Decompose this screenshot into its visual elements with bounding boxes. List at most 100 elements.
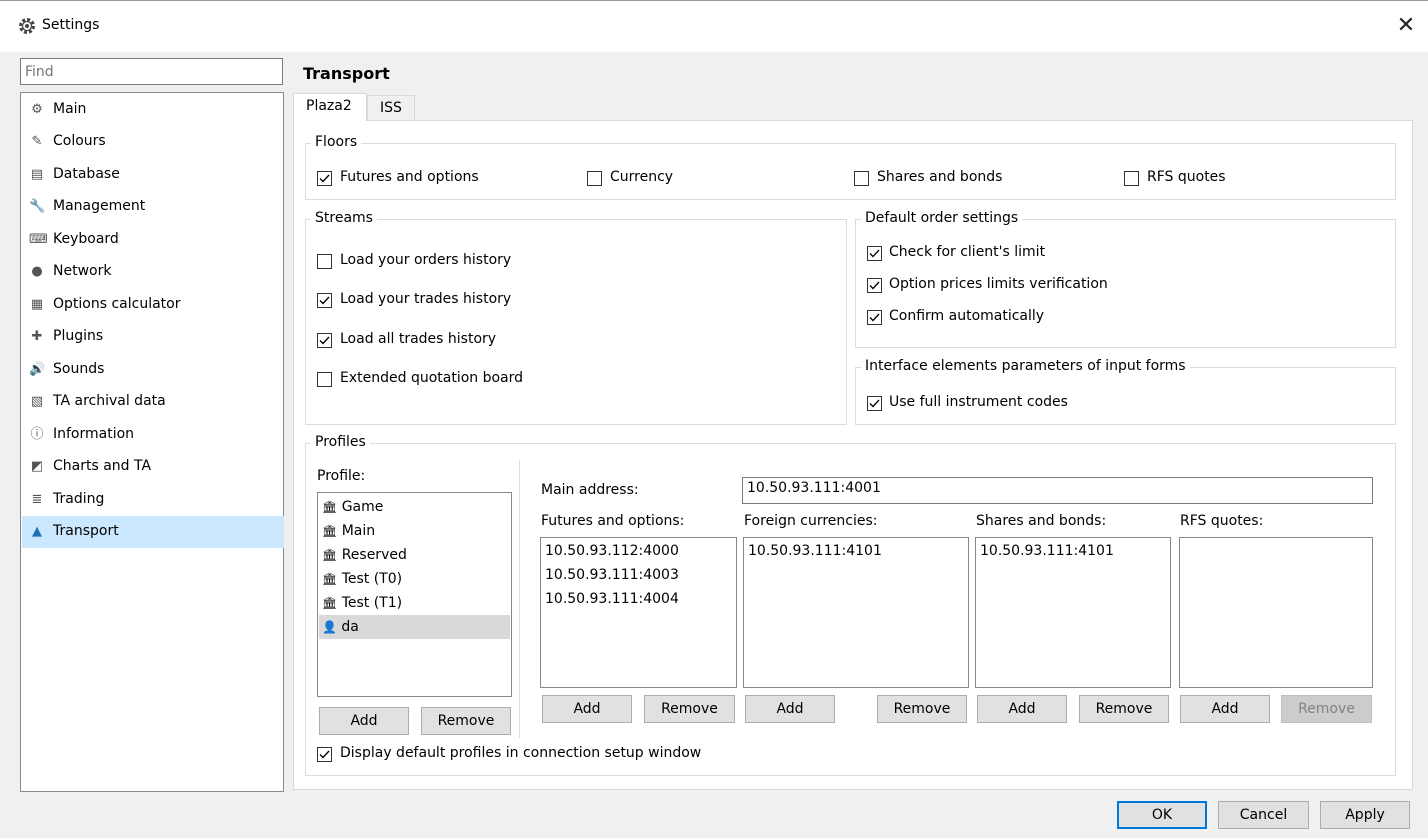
- currency-checkbox[interactable]: [587, 171, 602, 186]
- shares-address-list[interactable]: 10.50.93.111:4101: [975, 537, 1171, 688]
- main-address-input[interactable]: 10.50.93.111:4001: [742, 477, 1373, 504]
- profile-item[interactable]: 🏛 Reserved: [319, 543, 510, 567]
- profile-list[interactable]: 🏛 Game 🏛 Main 🏛 Reserved 🏛 Test (T0) 🏛 T…: [317, 492, 512, 697]
- remove-shares-button[interactable]: Remove: [1079, 695, 1169, 723]
- apply-button[interactable]: Apply: [1320, 801, 1410, 829]
- address-item[interactable]: 10.50.93.111:4004: [542, 587, 679, 611]
- checkbox-label: RFS quotes: [1147, 169, 1226, 185]
- rfs-quotes-checkbox[interactable]: [1124, 171, 1139, 186]
- sidebar-item-keyboard[interactable]: ⌨ Keyboard: [22, 224, 284, 256]
- streams-group: [305, 219, 847, 425]
- sidebar-item-network[interactable]: ● Network: [22, 256, 284, 288]
- check-icon: [869, 249, 880, 258]
- sidebar-item-database[interactable]: ▤ Database: [22, 159, 284, 191]
- full-codes-checkbox[interactable]: [867, 396, 882, 411]
- ok-button[interactable]: OK: [1117, 801, 1207, 829]
- display-default-checkbox[interactable]: [317, 747, 332, 762]
- add-rfs-button[interactable]: Add: [1180, 695, 1270, 723]
- cancel-button[interactable]: Cancel: [1218, 801, 1309, 829]
- address-item[interactable]: 10.50.93.111:4003: [542, 563, 679, 587]
- bank-icon: 🏛: [322, 572, 338, 586]
- sidebar-item-main[interactable]: ⚙ Main: [22, 94, 284, 126]
- sidebar-item-label: Options calculator: [53, 296, 181, 312]
- orders-history-checkbox[interactable]: [317, 254, 332, 269]
- remove-futures-button[interactable]: Remove: [644, 695, 735, 723]
- column-label: Shares and bonds:: [976, 513, 1107, 529]
- speaker-icon: 🔊: [29, 362, 46, 377]
- close-icon[interactable]: ✕: [1393, 12, 1419, 40]
- window-title: Settings: [42, 17, 100, 33]
- confirm-automatically-checkbox[interactable]: [867, 310, 882, 325]
- sidebar-item-ta-archival-data[interactable]: ▧ TA archival data: [22, 386, 284, 418]
- add-profile-button[interactable]: Add: [319, 707, 409, 735]
- add-currencies-button[interactable]: Add: [745, 695, 835, 723]
- address-item[interactable]: 10.50.93.112:4000: [542, 539, 679, 563]
- sidebar-item-trading[interactable]: ≣ Trading: [22, 484, 284, 516]
- profile-item[interactable]: 🏛 Game: [319, 495, 510, 519]
- rfs-address-list[interactable]: [1179, 537, 1373, 688]
- futures-address-list[interactable]: 10.50.93.112:4000 10.50.93.111:4003 10.5…: [540, 537, 737, 688]
- divider: [519, 460, 520, 738]
- sidebar-item-options-calculator[interactable]: ▦ Options calculator: [22, 289, 284, 321]
- remove-profile-button[interactable]: Remove: [421, 707, 511, 735]
- add-shares-button[interactable]: Add: [977, 695, 1067, 723]
- checkbox-label: Futures and options: [340, 169, 479, 185]
- page-title: Transport: [303, 64, 390, 83]
- shares-bonds-checkbox[interactable]: [854, 171, 869, 186]
- group-title: Default order settings: [861, 210, 1023, 226]
- trades-history-checkbox[interactable]: [317, 293, 332, 308]
- profile-item[interactable]: 🏛 Main: [319, 519, 510, 543]
- group-title: Profiles: [311, 434, 370, 450]
- sidebar-item-plugins[interactable]: ✚ Plugins: [22, 321, 284, 353]
- checkbox-label: Shares and bonds: [877, 169, 1003, 185]
- client-limit-checkbox[interactable]: [867, 246, 882, 261]
- check-icon: [869, 399, 880, 408]
- checkbox-label: Load your trades history: [340, 291, 512, 307]
- group-title: Interface elements parameters of input f…: [861, 358, 1190, 374]
- tab-iss[interactable]: ISS: [367, 95, 415, 121]
- sidebar-item-label: Network: [53, 263, 112, 279]
- check-icon: [319, 296, 330, 305]
- extended-quotation-checkbox[interactable]: [317, 372, 332, 387]
- search-input[interactable]: [20, 58, 283, 85]
- futures-checkbox[interactable]: [317, 171, 332, 186]
- bank-icon: 🏛: [322, 524, 338, 538]
- all-trades-history-checkbox[interactable]: [317, 333, 332, 348]
- sidebar-item-management[interactable]: 🔧 Management: [22, 191, 284, 223]
- settings-nav: ⚙ Main ✎ Colours ▤ Database 🔧 Management…: [20, 92, 284, 792]
- database-icon: ▤: [30, 167, 44, 182]
- checkbox-label: Confirm automatically: [889, 308, 1045, 324]
- profile-item[interactable]: 👤 da: [319, 615, 510, 639]
- sidebar-item-sounds[interactable]: 🔊 Sounds: [22, 354, 284, 386]
- checkbox-label: Option prices limits verification: [889, 276, 1108, 292]
- profile-list-label: Profile:: [317, 468, 366, 484]
- remove-currencies-button[interactable]: Remove: [877, 695, 967, 723]
- sidebar-item-colours[interactable]: ✎ Colours: [22, 126, 284, 158]
- address-item[interactable]: 10.50.93.111:4101: [745, 539, 882, 563]
- sidebar-item-label: Charts and TA: [53, 458, 152, 474]
- checkbox-label: Use full instrument codes: [889, 394, 1068, 410]
- main-address-label: Main address:: [541, 482, 639, 498]
- column-label: RFS quotes:: [1180, 513, 1264, 529]
- sidebar-item-label: Trading: [53, 491, 105, 507]
- chart-icon: ◩: [30, 459, 44, 474]
- sidebar-item-label: Management: [53, 198, 146, 214]
- check-icon: [319, 750, 330, 759]
- profile-item[interactable]: 🏛 Test (T0): [319, 567, 510, 591]
- brush-icon: ✎: [31, 134, 43, 149]
- profile-item[interactable]: 🏛 Test (T1): [319, 591, 510, 615]
- sidebar-item-label: Database: [53, 166, 120, 182]
- info-icon: ⓘ: [30, 427, 44, 442]
- gear-icon: ⚙: [31, 102, 43, 117]
- sidebar-item-information[interactable]: ⓘ Information: [22, 419, 284, 451]
- keyboard-icon: ⌨: [29, 232, 48, 247]
- currencies-address-list[interactable]: 10.50.93.111:4101: [743, 537, 969, 688]
- address-item[interactable]: 10.50.93.111:4101: [977, 539, 1114, 563]
- checkbox-label: Check for client's limit: [889, 244, 1046, 260]
- add-futures-button[interactable]: Add: [542, 695, 632, 723]
- sidebar-item-charts-and-ta[interactable]: ◩ Charts and TA: [22, 451, 284, 483]
- option-prices-checkbox[interactable]: [867, 278, 882, 293]
- sidebar-item-transport[interactable]: ▲ Transport: [22, 516, 284, 548]
- tab-plaza2[interactable]: Plaza2: [293, 93, 367, 121]
- column-label: Futures and options:: [541, 513, 685, 529]
